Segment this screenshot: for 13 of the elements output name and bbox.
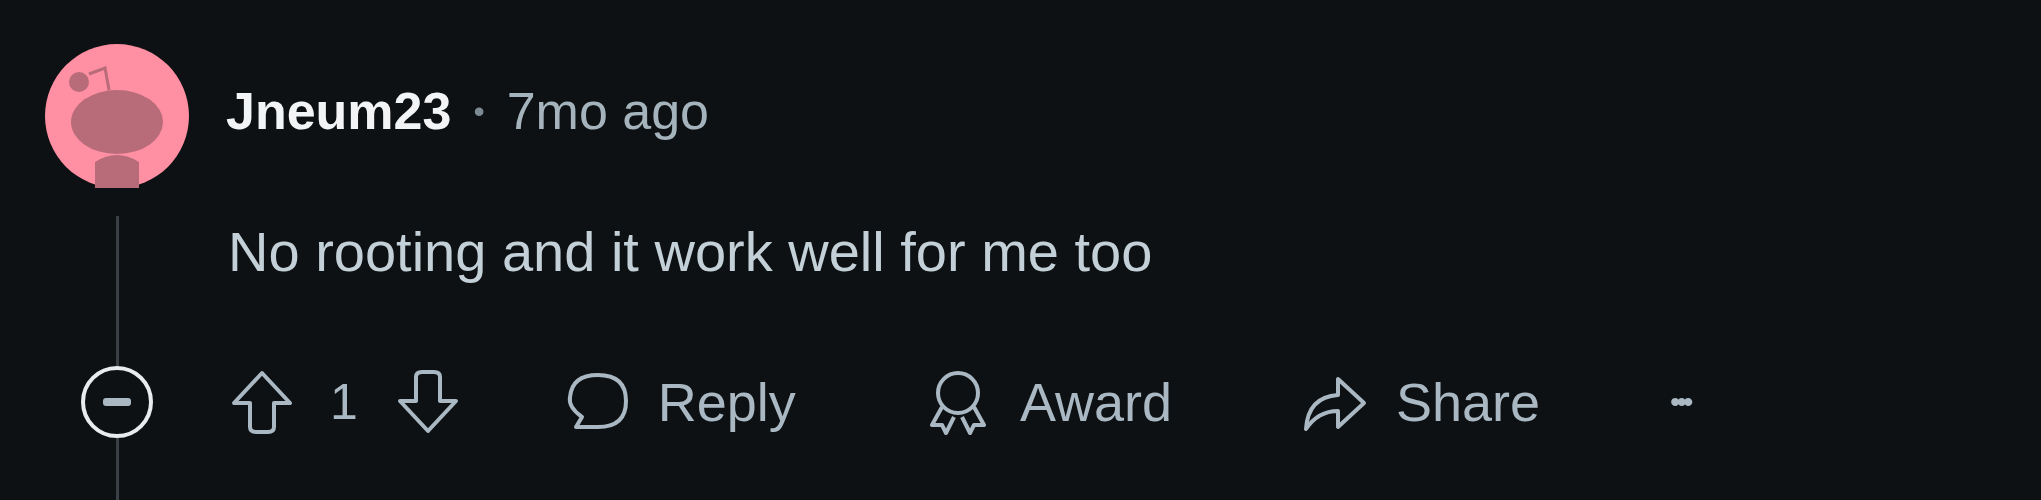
reply-button[interactable]: Reply xyxy=(563,369,796,435)
upvote-button[interactable] xyxy=(230,369,294,435)
avatar[interactable] xyxy=(45,44,189,188)
comment-text: No rooting and it work well for me too xyxy=(228,219,1154,285)
collapse-button[interactable] xyxy=(80,365,154,439)
separator-dot: • xyxy=(473,92,485,131)
vote-count: 1 xyxy=(330,372,358,432)
downvote-button[interactable] xyxy=(395,369,460,435)
more-button[interactable]: ••• xyxy=(1670,387,1690,417)
share-button[interactable]: Share xyxy=(1301,369,1541,435)
username[interactable]: Jneum23 xyxy=(226,72,452,150)
timestamp: 7mo ago xyxy=(506,81,710,142)
award-button[interactable]: Award xyxy=(925,369,1172,435)
